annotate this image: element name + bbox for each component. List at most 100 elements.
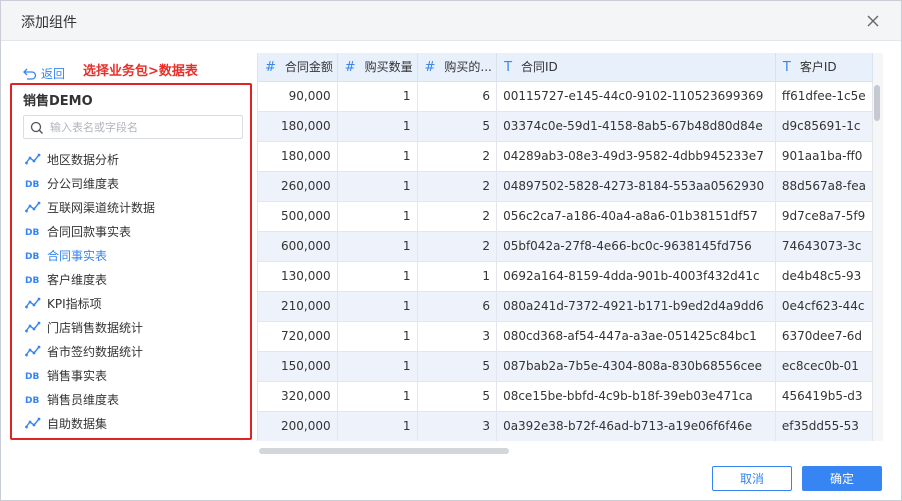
table-cell: 901aa1ba-ff0 (775, 141, 873, 172)
svg-text:DB: DB (25, 252, 39, 261)
etl-icon (25, 321, 41, 333)
table-list-item[interactable]: DB 客户维度表 (25, 267, 245, 291)
etl-icon (25, 153, 41, 165)
table-list-item[interactable]: DB 分公司维度表 (25, 171, 245, 195)
table-row: 600,000 1 2 05bf042a-27f8-4e66-bc0c-9638145… (258, 231, 873, 262)
table-cell: 1 (337, 351, 418, 382)
horizontal-scroll-thumb[interactable] (259, 448, 509, 454)
table-list-item[interactable]: DB 合同回款事实表 (25, 219, 245, 243)
confirm-button[interactable]: 确定 (802, 466, 882, 491)
table-list: 地区数据分析 DB 分公司维度表 互联网渠道统计数据 DB 合同回款事实表 DB 合同事实表 D… (25, 147, 245, 435)
table-cell: 90,000 (258, 81, 338, 112)
table-row: 720,000 1 3 080cd368-af54-447a-a3ae-051425c… (258, 321, 873, 352)
column-header[interactable]: # 购买的... (417, 53, 498, 82)
table-cell: 2 (417, 171, 498, 202)
svg-text:DB: DB (25, 372, 39, 381)
table-list-item[interactable]: KPI指标项 (25, 291, 245, 315)
table-cell: 6 (417, 81, 498, 112)
table-cell: 2 (417, 141, 498, 172)
back-button[interactable]: 返回 (23, 65, 65, 82)
table-cell: 9d7ce8a7-5f9 (775, 201, 873, 232)
back-label: 返回 (41, 67, 66, 81)
table-list-item[interactable]: DB 销售员维度表 (25, 387, 245, 411)
column-header-label: 合同ID (521, 60, 558, 75)
table-row: 500,000 1 2 056c2ca7-a186-40a4-a8a6-01b3815… (258, 201, 873, 232)
table-cell: 1 (337, 411, 418, 441)
table-row: 180,000 1 5 03374c0e-59d1-4158-8ab5-67b48d8… (258, 111, 873, 142)
table-row: 130,000 1 1 0692a164-8159-4dda-901b-4003f43… (258, 261, 873, 292)
table-cell: 00115727-e145-44c0-9102-110523699369 (496, 81, 776, 112)
table-list-item-label: KPI指标项 (47, 296, 102, 311)
column-header[interactable]: T 合同ID (496, 53, 776, 82)
etl-icon (25, 417, 41, 429)
table-cell: 1 (337, 261, 418, 292)
dialog-header: 添加组件 (1, 1, 901, 41)
table-list-item-label: 门店销售数据统计 (47, 320, 144, 335)
back-arrow-icon (23, 68, 37, 80)
table-cell: 1 (337, 231, 418, 262)
table-cell: 200,000 (258, 411, 338, 441)
table-cell: 1 (417, 261, 498, 292)
svg-text:DB: DB (25, 396, 39, 405)
table-list-item[interactable]: 自助数据集 (25, 411, 245, 435)
table-cell: 087bab2a-7b5e-4304-808a-830b68556cee (496, 351, 776, 382)
table-list-item[interactable]: 门店销售数据统计 (25, 315, 245, 339)
column-header-label: 购买的... (444, 60, 492, 75)
column-header[interactable]: T 客户ID (775, 53, 873, 82)
number-type-icon: # (344, 60, 356, 76)
table-cell: 1 (337, 171, 418, 202)
dialog-title: 添加组件 (21, 15, 77, 31)
table-search-input[interactable] (50, 119, 236, 135)
table-cell: d9c85691-1c (775, 111, 873, 142)
table-cell: 1 (337, 141, 418, 172)
table-cell: 03374c0e-59d1-4158-8ab5-67b48d80d84e (496, 111, 776, 142)
table-cell: ec8cec0b-01 (775, 351, 873, 382)
data-preview-grid: # 合同金额 # 购买数量 # 购买的... T 合同ID T 客户ID 90,000 1 6 0011… (257, 53, 873, 441)
etl-icon (25, 345, 41, 357)
vertical-scroll-thumb[interactable] (874, 85, 880, 121)
table-cell: 0e4cf623-44c (775, 291, 873, 322)
column-header-label: 合同金额 (284, 60, 333, 75)
table-search-box[interactable] (23, 115, 243, 139)
column-header[interactable]: # 合同金额 (258, 53, 338, 82)
cancel-button[interactable]: 取消 (712, 466, 792, 491)
table-cell: 5 (417, 351, 498, 382)
table-cell: 456419b5-d3 (775, 381, 873, 412)
table-cell: 080a241d-7372-4921-b171-b9ed2d4a9dd6 (496, 291, 776, 322)
table-row: 210,000 1 6 080a241d-7372-4921-b171-b9ed2d4… (258, 291, 873, 322)
table-cell: 1 (337, 201, 418, 232)
table-cell: 500,000 (258, 201, 338, 232)
table-list-item[interactable]: DB 销售事实表 (25, 363, 245, 387)
table-row: 150,000 1 5 087bab2a-7b5e-4304-808a-830b685… (258, 351, 873, 382)
table-cell: 1 (337, 81, 418, 112)
db-icon: DB (25, 228, 39, 237)
column-header[interactable]: # 购买数量 (337, 53, 418, 82)
column-header-label: 客户ID (799, 60, 837, 75)
table-list-item[interactable]: 省市签约数据统计 (25, 339, 245, 363)
close-icon[interactable] (863, 11, 883, 31)
table-row: 260,000 1 2 04897502-5828-4273-8184-553aa05… (258, 171, 873, 202)
annotation-label: 选择业务包>数据表 (83, 64, 198, 79)
add-component-dialog: 添加组件 返回 选择业务包>数据表 销售DEMO 地区数据分析 DB 分公司维度表互… (0, 0, 902, 501)
number-type-icon: # (265, 60, 276, 76)
table-cell: 150,000 (258, 351, 338, 382)
table-cell: 1 (337, 291, 418, 322)
table-cell: 6 (417, 291, 498, 322)
table-cell: 05bf042a-27f8-4e66-bc0c-9638145fd756 (496, 231, 776, 262)
table-cell: 1 (337, 381, 418, 412)
number-type-icon: # (424, 60, 436, 76)
table-list-item[interactable]: 互联网渠道统计数据 (25, 195, 245, 219)
db-icon: DB (25, 372, 39, 381)
table-cell: 180,000 (258, 141, 338, 172)
db-icon: DB (25, 276, 39, 285)
table-cell: de4b48c5-93 (775, 261, 873, 292)
table-list-item[interactable]: 地区数据分析 (25, 147, 245, 171)
svg-text:DB: DB (25, 228, 39, 237)
table-cell: 0692a164-8159-4dda-901b-4003f432d41c (496, 261, 776, 292)
table-list-item-label: 合同回款事实表 (47, 224, 132, 239)
db-icon: DB (25, 252, 39, 261)
table-list-item-label: 销售员维度表 (47, 392, 120, 407)
table-cell: 0a392e38-b72f-46ad-b713-a19e06f6f46e (496, 411, 776, 441)
table-cell: 2 (417, 201, 498, 232)
table-list-item[interactable]: DB 合同事实表 (25, 243, 245, 267)
